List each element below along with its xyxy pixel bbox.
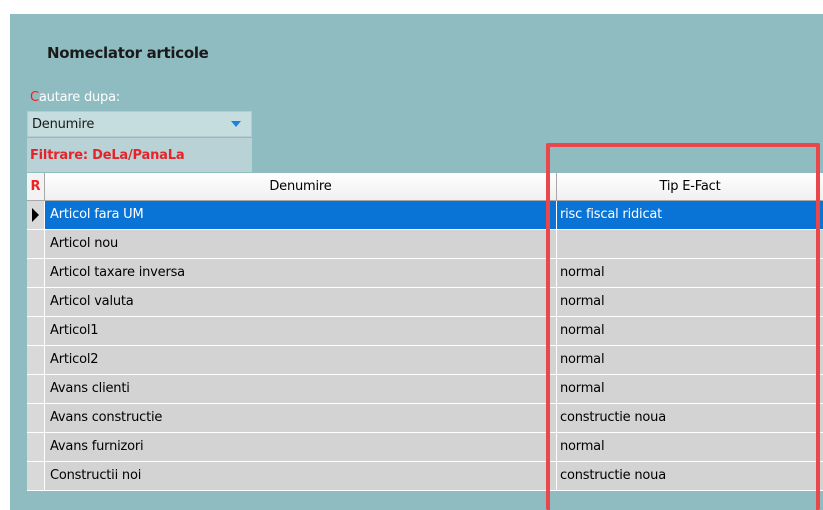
- cell-tip-efact[interactable]: [557, 230, 823, 258]
- grid-header-r[interactable]: R: [27, 173, 45, 200]
- table-row[interactable]: Articol2 normal: [27, 346, 823, 375]
- row-indicator[interactable]: [27, 404, 45, 432]
- column-header-denumire[interactable]: Denumire: [45, 173, 557, 200]
- cell-denumire[interactable]: Articol taxare inversa: [45, 259, 557, 287]
- cell-tip-efact[interactable]: normal: [557, 288, 823, 316]
- table-row[interactable]: Avans clienti normal: [27, 375, 823, 404]
- row-indicator[interactable]: [27, 201, 45, 229]
- cell-denumire[interactable]: Avans clienti: [45, 375, 557, 403]
- page-title: Nomeclator articole: [47, 44, 209, 62]
- row-indicator[interactable]: [27, 259, 45, 287]
- articles-panel: Nomeclator articole Cautare dupa: Denumi…: [10, 14, 823, 510]
- filter-label[interactable]: Filtrare: DeLa/PanaLa: [30, 148, 185, 163]
- table-row[interactable]: Avans furnizori normal: [27, 433, 823, 462]
- cell-tip-efact[interactable]: normal: [557, 433, 823, 461]
- search-by-value: Denumire: [32, 117, 95, 132]
- cell-denumire[interactable]: Avans constructie: [45, 404, 557, 432]
- table-row[interactable]: Articol valuta normal: [27, 288, 823, 317]
- cell-tip-efact[interactable]: normal: [557, 346, 823, 374]
- current-row-arrow-icon: [32, 208, 39, 222]
- search-by-dropdown[interactable]: Denumire: [27, 111, 252, 137]
- cell-denumire[interactable]: Constructii noi: [45, 462, 557, 490]
- cell-tip-efact[interactable]: normal: [557, 317, 823, 345]
- row-indicator[interactable]: [27, 346, 45, 374]
- row-indicator[interactable]: [27, 375, 45, 403]
- table-row[interactable]: Constructii noi constructie noua: [27, 462, 823, 491]
- cell-tip-efact[interactable]: constructie noua: [557, 462, 823, 490]
- search-label-first-letter: C: [30, 90, 39, 105]
- row-indicator[interactable]: [27, 230, 45, 258]
- cell-denumire[interactable]: Avans furnizori: [45, 433, 557, 461]
- cell-denumire[interactable]: Articol nou: [45, 230, 557, 258]
- search-by-label: Cautare dupa:: [30, 90, 120, 105]
- grid-body: Articol fara UM risc fiscal ridicat Artico…: [27, 201, 823, 491]
- row-indicator[interactable]: [27, 317, 45, 345]
- cell-tip-efact[interactable]: risc fiscal ridicat: [557, 201, 823, 229]
- row-indicator[interactable]: [27, 288, 45, 316]
- chevron-down-icon[interactable]: [231, 121, 241, 127]
- filter-area[interactable]: Filtrare: DeLa/PanaLa: [27, 138, 252, 172]
- cell-denumire[interactable]: Articol valuta: [45, 288, 557, 316]
- column-header-tip-efact[interactable]: Tip E-Fact: [557, 173, 823, 200]
- search-label-rest: autare dupa:: [38, 90, 121, 105]
- cell-tip-efact[interactable]: normal: [557, 259, 823, 287]
- table-row[interactable]: Avans constructie constructie noua: [27, 404, 823, 433]
- articles-grid: R Denumire Tip E-Fact Articol fara UM ris…: [27, 173, 823, 491]
- cell-tip-efact[interactable]: constructie noua: [557, 404, 823, 432]
- cell-denumire[interactable]: Articol2: [45, 346, 557, 374]
- table-row[interactable]: Articol1 normal: [27, 317, 823, 346]
- table-row[interactable]: Articol taxare inversa normal: [27, 259, 823, 288]
- row-indicator[interactable]: [27, 462, 45, 490]
- grid-header: R Denumire Tip E-Fact: [27, 173, 823, 201]
- table-row[interactable]: Articol nou: [27, 230, 823, 259]
- cell-denumire[interactable]: Articol1: [45, 317, 557, 345]
- row-indicator[interactable]: [27, 433, 45, 461]
- cell-tip-efact[interactable]: normal: [557, 375, 823, 403]
- table-row[interactable]: Articol fara UM risc fiscal ridicat: [27, 201, 823, 230]
- cell-denumire[interactable]: Articol fara UM: [45, 201, 557, 229]
